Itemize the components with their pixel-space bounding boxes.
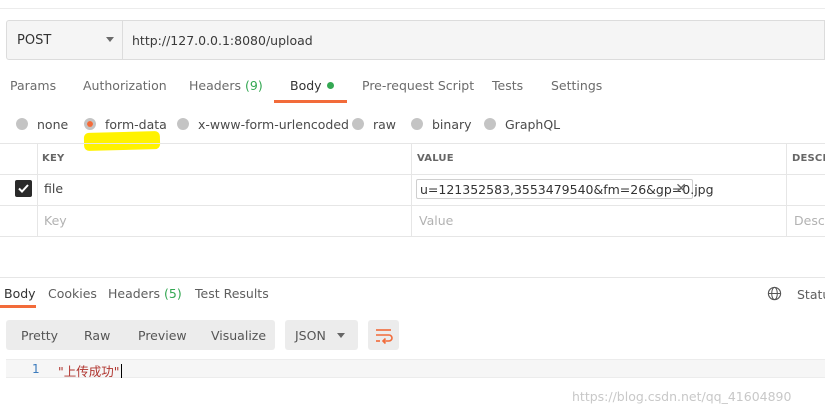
response-tab-headers-count: (5) [164, 286, 182, 301]
column-divider [37, 143, 38, 237]
radio-raw[interactable]: raw [352, 116, 396, 132]
tab-authorization[interactable]: Authorization [83, 78, 167, 98]
chevron-down-icon [337, 333, 345, 338]
description-placeholder[interactable]: Descri [794, 213, 825, 228]
method-label: POST [17, 32, 52, 48]
status-label: Statu [797, 287, 825, 302]
radio-form-data-label: form-data [105, 116, 167, 132]
tab-active-indicator [274, 100, 347, 103]
radio-none[interactable]: none [16, 116, 68, 132]
key-placeholder[interactable]: Key [44, 213, 67, 228]
top-divider [0, 8, 825, 9]
radio-graphql-label: GraphQL [505, 116, 561, 132]
view-preview-button[interactable]: Preview [138, 320, 187, 350]
column-divider [786, 143, 787, 237]
close-icon[interactable]: ✕ [675, 181, 687, 197]
wrap-lines-icon [376, 329, 393, 345]
text-cursor [120, 364, 122, 378]
table-divider [0, 205, 825, 206]
radio-circle-icon [352, 118, 364, 130]
view-visualize-button[interactable]: Visualize [211, 320, 266, 350]
status-dot-icon [326, 82, 334, 89]
response-line-highlight [6, 359, 825, 378]
radio-graphql[interactable]: GraphQL [484, 116, 560, 132]
radio-selected-icon [84, 118, 96, 130]
request-bar: POST http://127.0.0.1:8080/upload [6, 20, 825, 60]
file-chip[interactable]: u=121352583,3553479540&fm=26&gp=0.jpg ✕ [416, 179, 714, 199]
radio-binary[interactable]: binary [411, 116, 472, 132]
radio-binary-label: binary [432, 116, 472, 132]
response-tab-test-results[interactable]: Test Results [195, 286, 269, 304]
url-input[interactable]: http://127.0.0.1:8080/upload [132, 21, 313, 59]
chevron-down-icon [106, 37, 114, 42]
column-divider [411, 143, 412, 237]
tab-body[interactable]: Body [290, 78, 334, 98]
row-enabled-checkbox[interactable] [15, 180, 32, 197]
tab-params[interactable]: Params [10, 78, 56, 98]
view-raw-button[interactable]: Raw [84, 320, 110, 350]
param-key-cell[interactable]: file [44, 181, 63, 196]
format-select[interactable]: JSON [285, 320, 358, 350]
response-body-text[interactable]: "上传成功" [58, 361, 122, 380]
value-placeholder[interactable]: Value [419, 213, 453, 228]
radio-urlencoded[interactable]: x-www-form-urlencoded [177, 116, 349, 132]
watermark: https://blog.csdn.net/qq_41604890 [572, 389, 792, 404]
tab-headers[interactable]: Headers (9) [189, 78, 263, 98]
tab-headers-label: Headers [189, 78, 242, 93]
response-divider [0, 277, 825, 278]
column-header-description: DESCR [792, 153, 825, 164]
table-divider [0, 174, 825, 175]
response-tab-headers-label: Headers [108, 286, 161, 301]
radio-circle-icon [16, 118, 28, 130]
tab-prerequest[interactable]: Pre-request Script [362, 78, 474, 98]
line-number: 1 [32, 362, 40, 376]
view-pretty-button[interactable]: Pretty [21, 320, 58, 350]
table-divider [0, 236, 825, 237]
response-tab-headers[interactable]: Headers (5) [108, 286, 182, 304]
params-table: KEY VALUE DESCR file u=121352583,3553479… [0, 143, 825, 237]
globe-icon[interactable] [767, 286, 782, 301]
radio-raw-label: raw [373, 116, 397, 132]
wrap-lines-button[interactable] [368, 320, 399, 350]
format-label: JSON [295, 327, 326, 343]
radio-form-data[interactable]: form-data [84, 116, 167, 132]
column-header-key: KEY [42, 153, 65, 164]
response-string: "上传成功" [58, 364, 120, 379]
radio-urlencoded-label: x-www-form-urlencoded [198, 116, 349, 132]
tab-tests[interactable]: Tests [492, 78, 523, 98]
response-tab-active-indicator [0, 305, 36, 308]
response-tab-body[interactable]: Body [4, 286, 36, 304]
table-divider [0, 143, 825, 144]
method-select[interactable]: POST [7, 21, 123, 59]
response-tab-cookies[interactable]: Cookies [48, 286, 97, 304]
checkmark-icon [18, 184, 29, 193]
radio-circle-icon [411, 118, 423, 130]
radio-circle-icon [484, 118, 496, 130]
radio-circle-icon [177, 118, 189, 130]
file-name: u=121352583,3553479540&fm=26&gp=0.jpg [420, 181, 714, 197]
radio-none-label: none [37, 116, 69, 132]
tab-settings[interactable]: Settings [551, 78, 602, 98]
column-header-value: VALUE [417, 153, 454, 164]
tab-body-label: Body [290, 78, 322, 93]
tab-headers-count: (9) [245, 78, 263, 93]
